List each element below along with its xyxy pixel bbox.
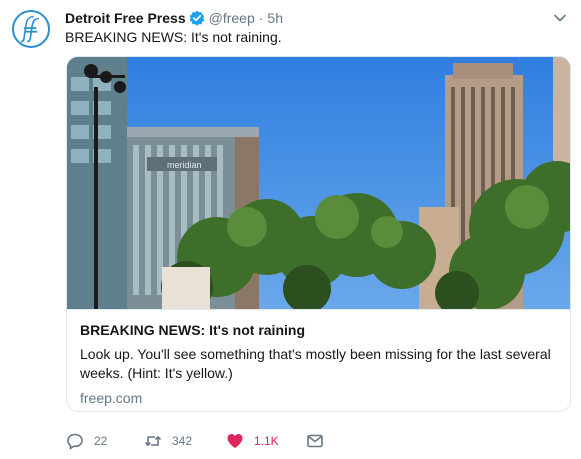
card-title: BREAKING NEWS: It's not raining bbox=[80, 322, 305, 338]
header-separator: · bbox=[258, 10, 264, 26]
card-image[interactable]: meridian bbox=[67, 57, 570, 309]
like-count: 1.1K bbox=[254, 434, 279, 448]
chevron-down-icon[interactable] bbox=[553, 11, 567, 25]
display-name[interactable]: Detroit Free Press bbox=[65, 10, 186, 26]
tweet-timestamp[interactable]: 5h bbox=[267, 10, 283, 26]
reply-count: 22 bbox=[94, 434, 108, 448]
verified-badge-icon bbox=[189, 10, 205, 26]
user-handle[interactable]: @freep bbox=[209, 10, 255, 26]
reply-icon bbox=[67, 433, 83, 450]
link-card[interactable]: meridian BREAKING NEWS: It's not raining… bbox=[66, 56, 571, 412]
retweet-icon bbox=[144, 436, 162, 446]
card-description: Look up. You'll see something that's mos… bbox=[80, 346, 551, 381]
direct-message-button[interactable] bbox=[306, 430, 324, 452]
freep-logo-icon bbox=[15, 13, 47, 45]
card-domain: freep.com bbox=[80, 390, 143, 406]
reply-button[interactable]: 22 bbox=[66, 430, 107, 452]
tweet-actions: 22 342 1.1K bbox=[66, 430, 366, 452]
envelope-icon bbox=[307, 434, 323, 448]
building-sign-text: meridian bbox=[167, 160, 202, 170]
tweet-header: Detroit Free Press @freep · 5h bbox=[65, 8, 283, 28]
avatar[interactable] bbox=[12, 10, 50, 48]
like-button[interactable]: 1.1K bbox=[226, 430, 279, 452]
retweet-count: 342 bbox=[172, 434, 193, 448]
tweet[interactable]: Detroit Free Press @freep · 5h BREAKING … bbox=[0, 0, 581, 459]
heart-icon bbox=[227, 434, 243, 448]
tweet-text: BREAKING NEWS: It's not raining. bbox=[65, 29, 282, 45]
card-body[interactable]: BREAKING NEWS: It's not raining Look up.… bbox=[67, 309, 570, 411]
retweet-button[interactable]: 342 bbox=[144, 430, 192, 452]
